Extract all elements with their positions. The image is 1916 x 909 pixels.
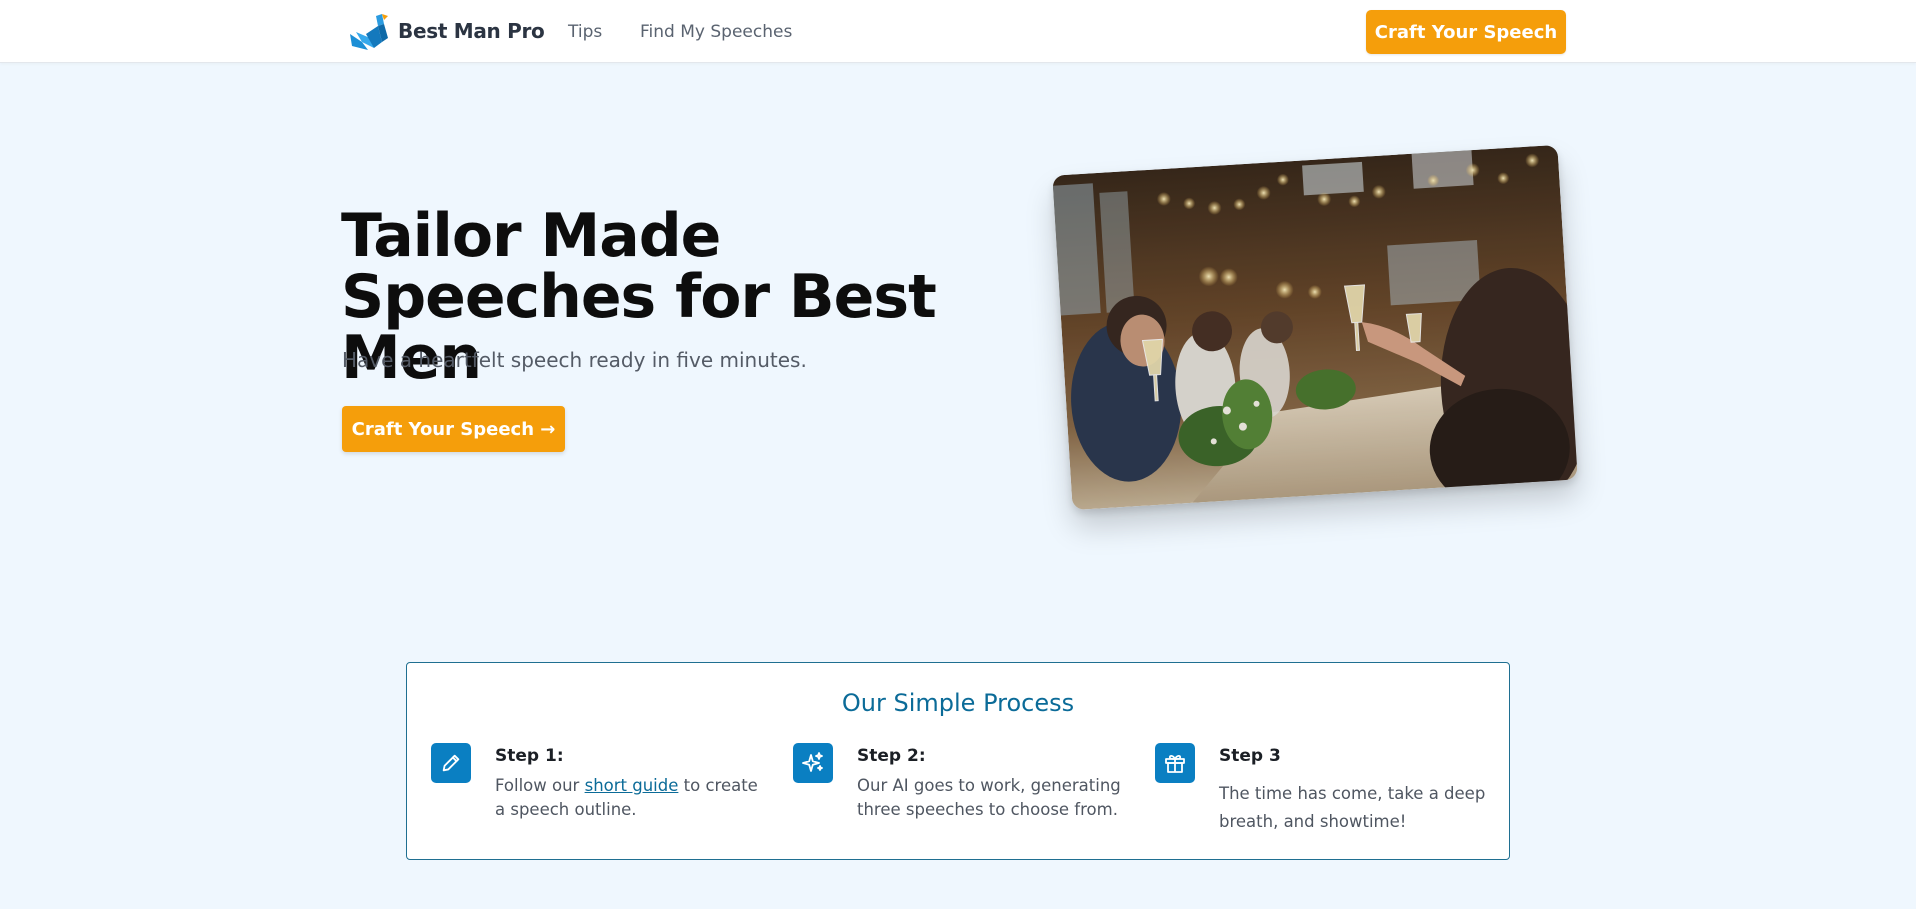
step-2-title: Step 2: bbox=[857, 746, 926, 766]
top-navbar: Best Man Pro Tips Find My Speeches Craft… bbox=[0, 0, 1916, 63]
nav-tips-link[interactable]: Tips bbox=[568, 22, 602, 42]
swan-logo-icon[interactable] bbox=[348, 12, 390, 50]
nav-find-my-speeches-link[interactable]: Find My Speeches bbox=[640, 22, 792, 42]
header-craft-speech-button[interactable]: Craft Your Speech bbox=[1366, 10, 1566, 54]
step-2-description: Our AI goes to work, generating three sp… bbox=[857, 776, 1121, 819]
sparkles-icon bbox=[793, 743, 833, 783]
hero-subtitle: Have a heartfelt speech ready in five mi… bbox=[342, 348, 807, 372]
hero-craft-speech-button[interactable]: Craft Your Speech → bbox=[342, 406, 565, 452]
short-guide-link[interactable]: short guide bbox=[585, 776, 679, 795]
brand-name[interactable]: Best Man Pro bbox=[398, 19, 545, 43]
step-3-description: The time has come, take a deep breath, a… bbox=[1219, 784, 1486, 831]
step-1-title: Step 1: bbox=[495, 746, 564, 766]
step-1-description: Follow our short guide to create a speec… bbox=[495, 774, 765, 822]
step-3-title: Step 3 bbox=[1219, 746, 1281, 766]
pencil-icon bbox=[431, 743, 471, 783]
step-1-desc-prefix: Follow our bbox=[495, 776, 585, 795]
wedding-toast-photo bbox=[1052, 144, 1578, 511]
gift-icon bbox=[1155, 743, 1195, 783]
process-title: Our Simple Process bbox=[841, 689, 1075, 717]
process-card: Our Simple Process Step 1: Follow our sh… bbox=[406, 662, 1510, 860]
